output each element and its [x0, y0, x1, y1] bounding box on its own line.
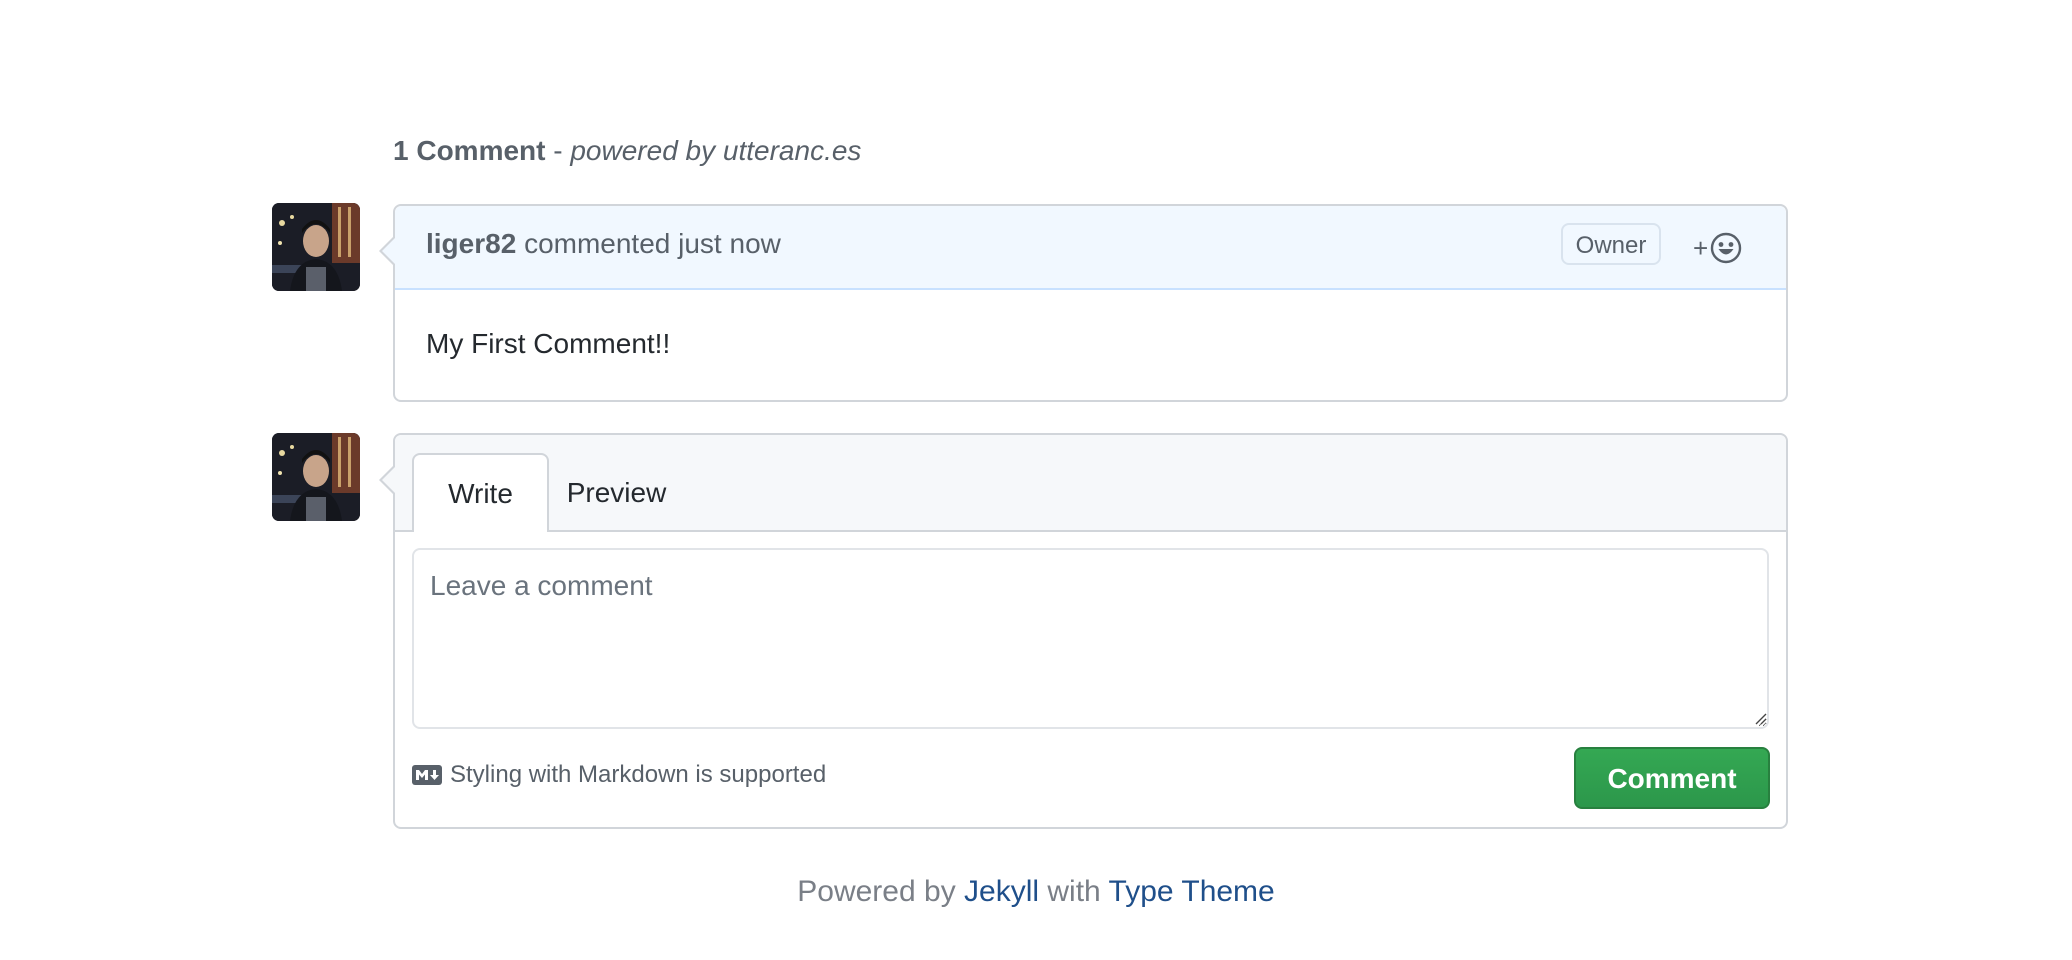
comment-textarea[interactable] [412, 548, 1769, 729]
new-comment-form: Write Preview Styling with Markdown is s… [379, 433, 1788, 829]
comments-header: 1 Comment - powered by utteranc.es [393, 131, 861, 171]
type-theme-link[interactable]: Type Theme [1109, 875, 1275, 908]
comment-body-text: My First Comment!! [426, 328, 671, 359]
resize-grip-icon[interactable] [1755, 713, 1767, 725]
editor-tab-bar: Write Preview [395, 435, 1786, 532]
user-photo-avatar-icon [272, 433, 360, 521]
comment-count: 1 Comment [393, 135, 546, 166]
comment-meta: liger82 commented just now [426, 228, 781, 260]
timeline-comment: liger82 commented just now Owner + My Fi… [379, 204, 1788, 402]
comment-action: commented [524, 228, 671, 259]
markdown-help-link[interactable]: Styling with Markdown is supported [412, 761, 826, 789]
current-user-avatar[interactable] [272, 433, 360, 521]
footer-prefix: Powered by [797, 875, 965, 908]
markdown-icon [412, 765, 442, 785]
powered-by-utterances: powered by utteranc.es [570, 135, 862, 166]
header-separator: - [545, 135, 571, 166]
jekyll-link[interactable]: Jekyll [964, 875, 1039, 908]
comment-pointer-arrow [379, 236, 395, 266]
commenter-avatar[interactable] [272, 203, 360, 291]
submit-comment-button[interactable]: Comment [1574, 747, 1770, 809]
owner-badge: Owner [1561, 223, 1661, 265]
site-footer: Powered by Jekyll with Type Theme [0, 875, 2072, 909]
utterances-comments-page: 1 Comment - powered by utteranc.es liger… [0, 0, 2072, 960]
markdown-hint-text: Styling with Markdown is supported [450, 761, 827, 788]
comment-timestamp-link[interactable]: just now [678, 228, 781, 259]
smiley-icon [1710, 232, 1742, 264]
user-photo-avatar-icon [272, 203, 360, 291]
comment-author-link[interactable]: liger82 [426, 228, 516, 259]
footer-middle: with [1039, 875, 1109, 908]
tab-write[interactable]: Write [412, 453, 549, 532]
tab-preview[interactable]: Preview [549, 453, 684, 532]
reaction-plus-label: + [1693, 233, 1709, 263]
editor-pointer-arrow [379, 465, 395, 495]
comment-header: liger82 commented just now Owner + [395, 206, 1786, 290]
add-reaction-button[interactable]: + [1693, 230, 1751, 266]
